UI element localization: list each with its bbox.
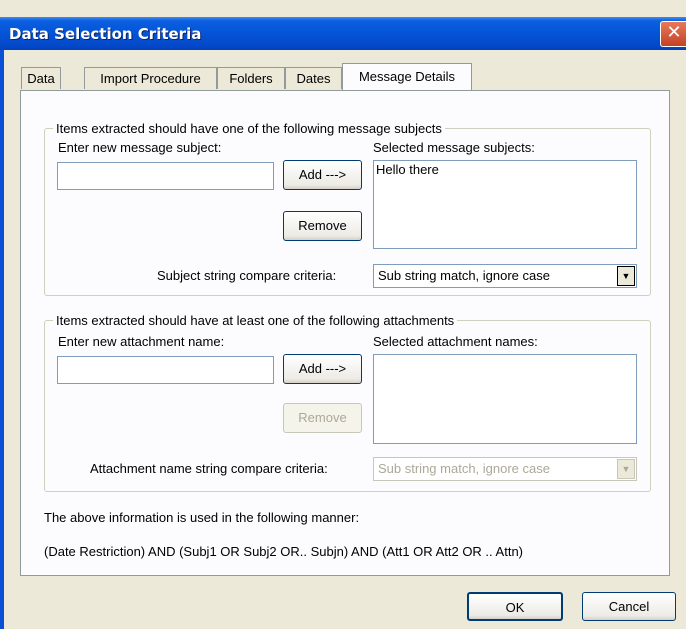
attachment-compare-value: Sub string match, ignore case bbox=[378, 461, 550, 476]
enter-attachment-label: Enter new attachment name: bbox=[58, 334, 225, 349]
add-subject-button[interactable]: Add ---> bbox=[283, 160, 362, 190]
info-text-line1: The above information is used in the fol… bbox=[44, 510, 360, 525]
attachments-group-title: Items extracted should have at least one… bbox=[53, 313, 458, 328]
cancel-button[interactable]: Cancel bbox=[582, 592, 676, 621]
tab-data[interactable]: Data bbox=[21, 67, 61, 89]
tab-folders[interactable]: Folders bbox=[217, 67, 285, 89]
window-left-border bbox=[0, 50, 4, 629]
subject-input[interactable] bbox=[57, 162, 274, 190]
ok-button[interactable]: OK bbox=[467, 592, 563, 621]
dialog-window: Data Selection Criteria ✕ Data Import Pr… bbox=[0, 0, 686, 629]
selected-attachments-label: Selected attachment names: bbox=[373, 334, 538, 349]
window-title: Data Selection Criteria bbox=[9, 25, 202, 43]
close-icon[interactable]: ✕ bbox=[660, 21, 686, 47]
attachment-input[interactable] bbox=[57, 356, 274, 384]
tab-dates[interactable]: Dates bbox=[285, 67, 342, 89]
attachment-compare-label: Attachment name string compare criteria: bbox=[90, 461, 328, 476]
list-item[interactable]: Hello there bbox=[376, 162, 634, 177]
selected-subjects-list[interactable]: Hello there bbox=[373, 160, 637, 249]
attachment-compare-select: Sub string match, ignore case ▼ bbox=[373, 457, 637, 481]
info-text-line2: (Date Restriction) AND (Subj1 OR Subj2 O… bbox=[44, 544, 524, 559]
enter-subject-label: Enter new message subject: bbox=[58, 140, 222, 155]
remove-subject-button[interactable]: Remove bbox=[283, 211, 362, 241]
add-attachment-button[interactable]: Add ---> bbox=[283, 354, 362, 384]
subject-compare-select[interactable]: Sub string match, ignore case ▼ bbox=[373, 264, 637, 288]
subjects-group-title: Items extracted should have one of the f… bbox=[53, 121, 445, 136]
remove-attachment-button: Remove bbox=[283, 403, 362, 433]
tab-import-procedure[interactable]: Import Procedure bbox=[84, 67, 217, 89]
chevron-down-icon[interactable]: ▼ bbox=[617, 266, 635, 286]
tab-message-details[interactable]: Message Details bbox=[342, 63, 472, 90]
subject-compare-label: Subject string compare criteria: bbox=[157, 268, 337, 283]
selected-subjects-label: Selected message subjects: bbox=[373, 140, 535, 155]
selected-attachments-list[interactable] bbox=[373, 354, 637, 444]
chevron-down-icon: ▼ bbox=[617, 459, 635, 479]
subject-compare-value: Sub string match, ignore case bbox=[378, 268, 550, 283]
